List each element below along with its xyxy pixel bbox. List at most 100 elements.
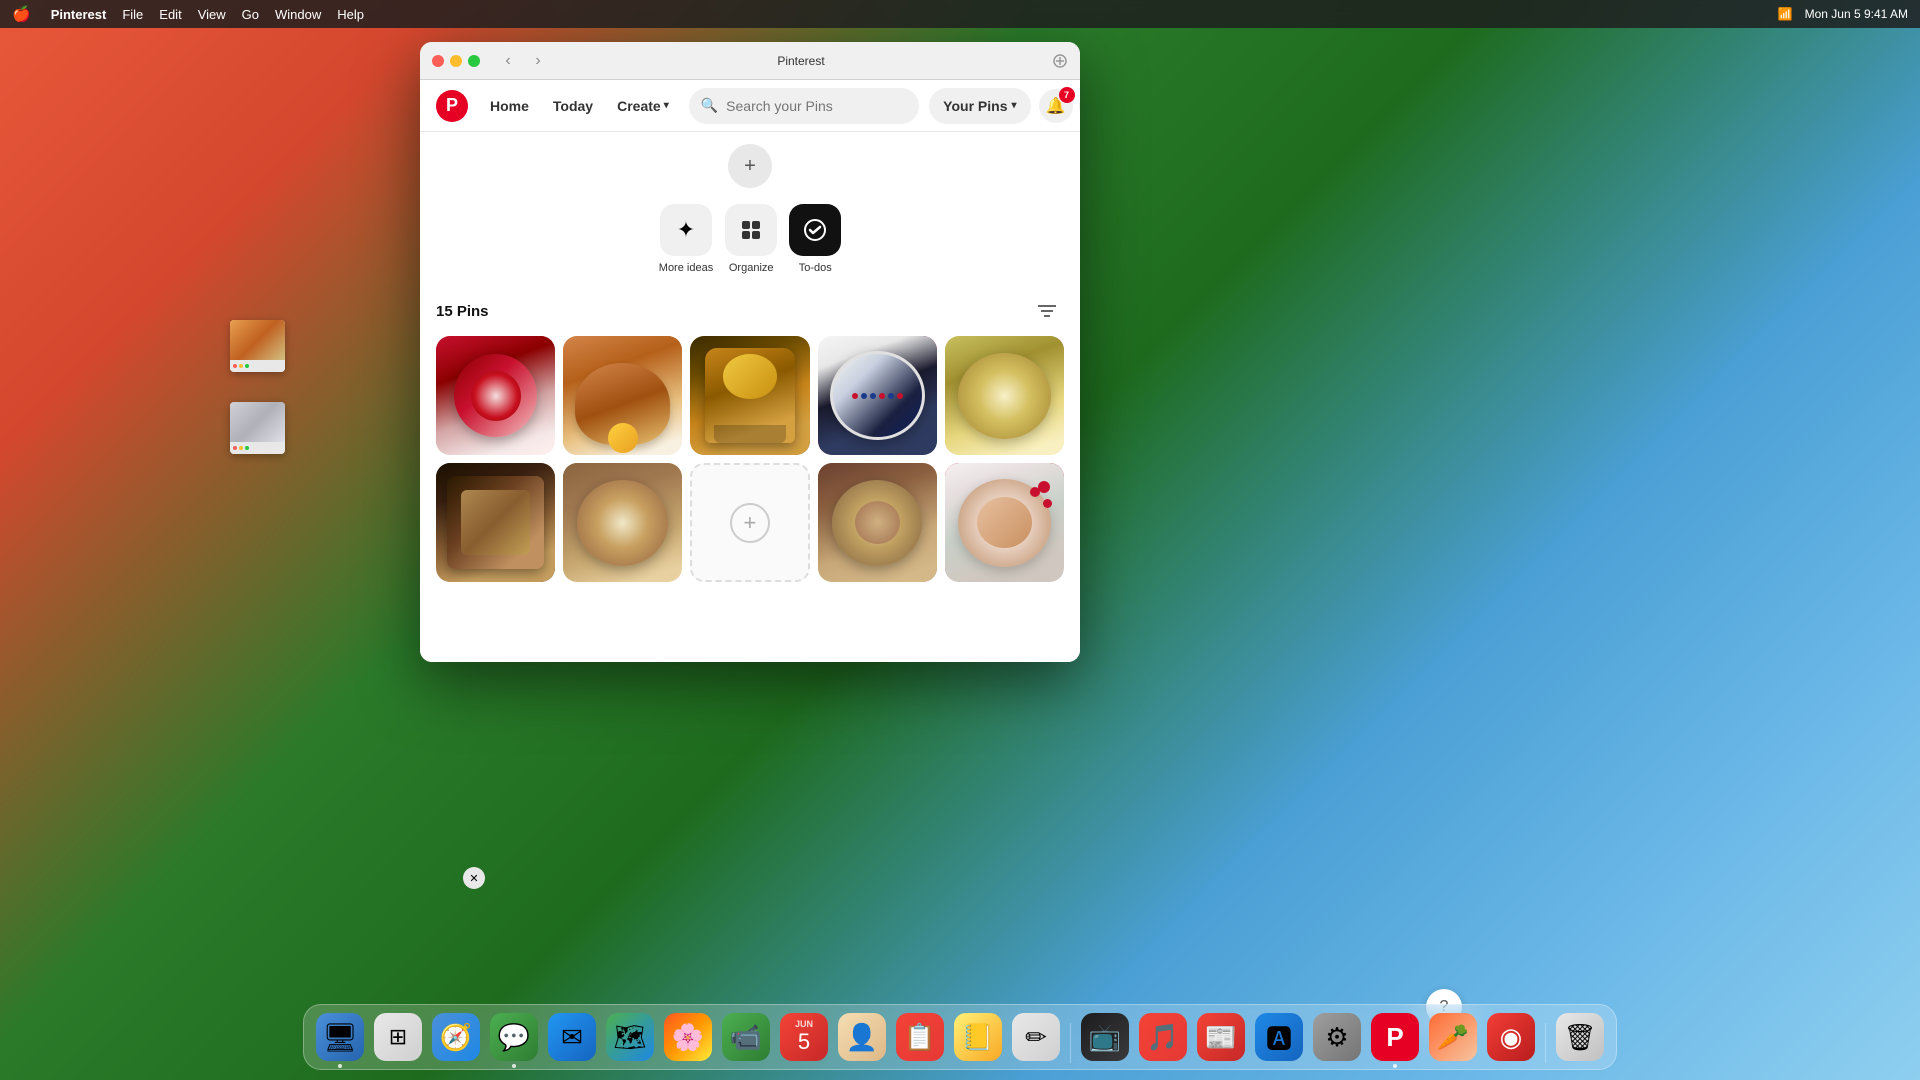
pin-card[interactable] [818,463,937,582]
mc-dot-green-2 [245,446,249,450]
more-ideas-button[interactable]: ✦ More ideas [659,204,713,274]
messages-button[interactable]: 💬 [1079,89,1080,123]
dock-item-photos[interactable]: 🌸 [662,1011,714,1063]
nav-home[interactable]: Home [480,92,539,120]
pin-card[interactable] [690,336,809,455]
contacts-icon: 👤 [846,1022,878,1053]
pin-card[interactable] [945,463,1064,582]
dock-item-facetime[interactable]: 📹 [720,1011,772,1063]
appstore-icon: 🅰 [1266,1019,1292,1056]
add-board-button[interactable]: + [728,144,772,188]
maximize-button[interactable] [468,55,480,67]
dock-item-contacts[interactable]: 👤 [836,1011,888,1063]
organize-icon [725,204,777,256]
mc-dot-green [245,364,249,368]
menu-file[interactable]: File [122,7,143,22]
your-pins-chevron-icon: ▾ [1011,100,1016,111]
messages-icon: 💬 [498,1022,530,1053]
menu-bar-right: 📶 Mon Jun 5 9:41 AM [1778,7,1908,21]
dock-item-news[interactable]: 📰 [1195,1011,1247,1063]
dock-item-mail[interactable]: ✉ [546,1011,598,1063]
dock-item-finder[interactable]: 🖥 [314,1011,366,1063]
nav-icons-area: 🔔 7 💬 ▾ [1039,89,1080,123]
dock-item-messages[interactable]: 💬 [488,1011,540,1063]
pin-card[interactable] [436,336,555,455]
dock-item-carrot[interactable]: 🥕 [1427,1011,1479,1063]
dock-item-appletv[interactable]: 📺 [1079,1011,1131,1063]
music-icon: 🎵 [1147,1022,1179,1053]
pin-card[interactable] [818,336,937,455]
pin-card[interactable] [945,336,1064,455]
pin-card-add[interactable]: + [690,463,809,582]
todos-label: To-dos [799,262,832,274]
browser-window: ‹ › Pinterest P Home Today Create ▾ 🔍 Yo… [420,42,1080,662]
mission-control-thumb-2[interactable] [230,402,285,454]
mc-dot-red [233,364,237,368]
dock-item-calendar[interactable]: JUN 5 [778,1011,830,1063]
board-header: + [420,132,1080,196]
menu-view[interactable]: View [198,7,226,22]
your-pins-label: Your Pins [943,98,1007,114]
dock-item-music[interactable]: 🎵 [1137,1011,1189,1063]
photos-icon: 🌸 [672,1022,704,1053]
todos-icon [789,204,841,256]
menu-edit[interactable]: Edit [159,7,181,22]
filter-button[interactable] [1030,294,1064,328]
search-input[interactable] [726,98,907,114]
your-pins-button[interactable]: Your Pins ▾ [929,88,1030,124]
browser-action-icon[interactable] [1052,53,1068,69]
pin-card[interactable] [436,463,555,582]
add-board-icon: + [744,155,756,178]
dock-item-appstore[interactable]: 🅰 [1253,1011,1305,1063]
dock-item-pocketcasts[interactable]: ◉ [1485,1011,1537,1063]
dock-item-launchpad[interactable]: ⊞ [372,1011,424,1063]
pin-card[interactable] [563,336,682,455]
freeform-icon: ✏ [1025,1022,1047,1053]
trash-icon: 🗑 [1563,1022,1596,1053]
maps-icon: 🗺 [613,1022,646,1053]
todos-button[interactable]: To-dos [789,204,841,274]
dock-item-maps[interactable]: 🗺 [604,1011,656,1063]
organize-button[interactable]: Organize [725,204,777,274]
calendar-top: JUN [795,1019,813,1029]
apple-logo-icon[interactable]: 🍎 [12,5,31,23]
thumb-content-1 [230,320,285,360]
carrot-icon: 🥕 [1437,1022,1469,1053]
traffic-lights [432,55,480,67]
minimize-button[interactable] [450,55,462,67]
pin-card[interactable] [563,463,682,582]
menu-window[interactable]: Window [275,7,321,22]
dock-item-reminders[interactable]: 📋 [894,1011,946,1063]
nav-today[interactable]: Today [543,92,603,120]
finder-icon: 🖥 [322,1021,358,1054]
dock-separator-2 [1545,1023,1546,1063]
dock-item-trash[interactable]: 🗑 [1554,1011,1606,1063]
news-icon: 📰 [1205,1022,1237,1053]
pinterest-dock-icon: P [1386,1022,1403,1053]
mission-control-area-2: ✕ [230,402,285,462]
back-button[interactable]: ‹ [496,49,520,73]
dock-item-freeform[interactable]: ✏ [1010,1011,1062,1063]
forward-button[interactable]: › [526,49,550,73]
create-label: Create [617,98,661,114]
notifications-button[interactable]: 🔔 7 [1039,89,1073,123]
dock-item-notes[interactable]: 📒 [952,1011,1004,1063]
dock-item-safari[interactable]: 🧭 [430,1011,482,1063]
dock-item-pinterest[interactable]: P [1369,1011,1421,1063]
menu-go[interactable]: Go [242,7,259,22]
mail-icon: ✉ [561,1022,583,1053]
nav-create[interactable]: Create ▾ [607,92,679,120]
browser-nav: ‹ › [496,49,550,73]
dock-item-systemsettings[interactable]: ⚙ [1311,1011,1363,1063]
thumb-bar-2 [230,442,285,454]
search-bar[interactable]: 🔍 [689,88,919,124]
pinterest-logo[interactable]: P [436,90,468,122]
add-pin-icon: + [730,503,770,543]
close-button[interactable] [432,55,444,67]
menu-help[interactable]: Help [337,7,364,22]
mc-dot-red-2 [233,446,237,450]
mission-control-thumb-1[interactable] [230,320,285,372]
browser-title: Pinterest [558,54,1044,68]
mc-close-icon-2[interactable]: ✕ [463,867,485,889]
pins-grid: + [420,336,1080,598]
